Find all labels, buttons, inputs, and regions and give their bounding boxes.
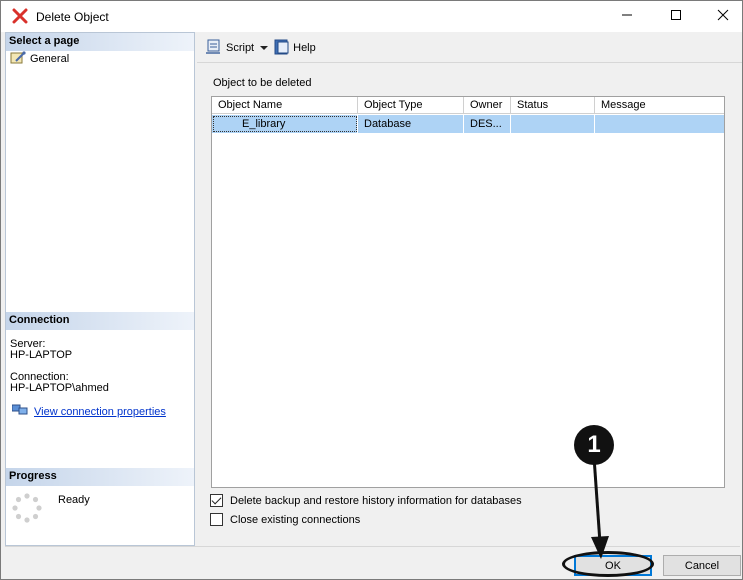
progress-status: Ready (58, 494, 90, 506)
script-icon (205, 39, 223, 58)
column-header-object-name[interactable]: Object Name (212, 97, 358, 114)
annotation-step-badge: 1 (574, 425, 614, 465)
objects-grid[interactable]: Object Name Object Type Owner Status Mes… (211, 96, 725, 488)
script-dropdown-button[interactable] (258, 37, 270, 59)
title-bar: Delete Object (1, 1, 742, 32)
cell-object-type: Database (358, 115, 464, 133)
select-page-header: Select a page (6, 33, 194, 51)
progress-header: Progress (6, 468, 194, 486)
help-button[interactable]: Help (270, 37, 320, 59)
help-label: Help (293, 42, 316, 54)
minimize-icon (621, 9, 633, 24)
delete-backup-history-checkbox[interactable] (210, 494, 223, 507)
window-title: Delete Object (36, 10, 109, 24)
left-panel: Select a page General Connection Server:… (5, 32, 195, 546)
annotation-ellipse (562, 551, 654, 577)
table-row[interactable]: E_library Database DES... (212, 115, 724, 133)
minimize-button[interactable] (604, 1, 650, 32)
server-value: HP-LAPTOP (10, 349, 73, 361)
help-icon (274, 39, 290, 58)
chevron-down-icon (260, 42, 269, 54)
progress-spinner-icon (12, 493, 42, 523)
cell-owner: DES... (464, 115, 511, 133)
delete-x-icon (12, 8, 28, 24)
close-button[interactable] (700, 1, 743, 32)
delete-backup-history-option[interactable]: Delete backup and restore history inform… (210, 494, 522, 507)
close-connections-option[interactable]: Close existing connections (210, 513, 360, 526)
close-icon (717, 9, 729, 24)
cell-status (511, 115, 595, 133)
object-to-delete-label: Object to be deleted (213, 77, 312, 89)
connection-value: HP-LAPTOP\ahmed (10, 382, 109, 394)
script-button[interactable]: Script (201, 37, 258, 59)
column-header-status[interactable]: Status (511, 97, 595, 114)
view-connection-properties-label: View connection properties (34, 405, 166, 418)
column-header-message[interactable]: Message (595, 97, 724, 114)
connection-header: Connection (6, 312, 194, 330)
annotation-arrow-icon (591, 456, 609, 559)
toolbar-divider (197, 62, 742, 63)
page-item-general[interactable]: General (10, 50, 70, 68)
maximize-button[interactable] (653, 1, 699, 32)
column-header-object-type[interactable]: Object Type (358, 97, 464, 114)
connection-properties-icon (11, 404, 28, 419)
maximize-icon (670, 9, 682, 24)
view-connection-properties-link[interactable]: View connection properties (11, 404, 166, 419)
close-connections-label: Close existing connections (230, 513, 361, 526)
page-item-label: General (30, 53, 70, 65)
cancel-button[interactable]: Cancel (663, 555, 741, 576)
wrench-page-icon (10, 50, 26, 68)
cell-object-name: E_library (212, 115, 358, 133)
column-header-owner[interactable]: Owner (464, 97, 511, 114)
grid-header: Object Name Object Type Owner Status Mes… (212, 97, 724, 114)
toolbar: Script Help (201, 37, 320, 59)
close-connections-checkbox[interactable] (210, 513, 223, 526)
delete-backup-history-label: Delete backup and restore history inform… (230, 494, 522, 507)
script-label: Script (226, 42, 255, 54)
cell-message (595, 115, 724, 133)
